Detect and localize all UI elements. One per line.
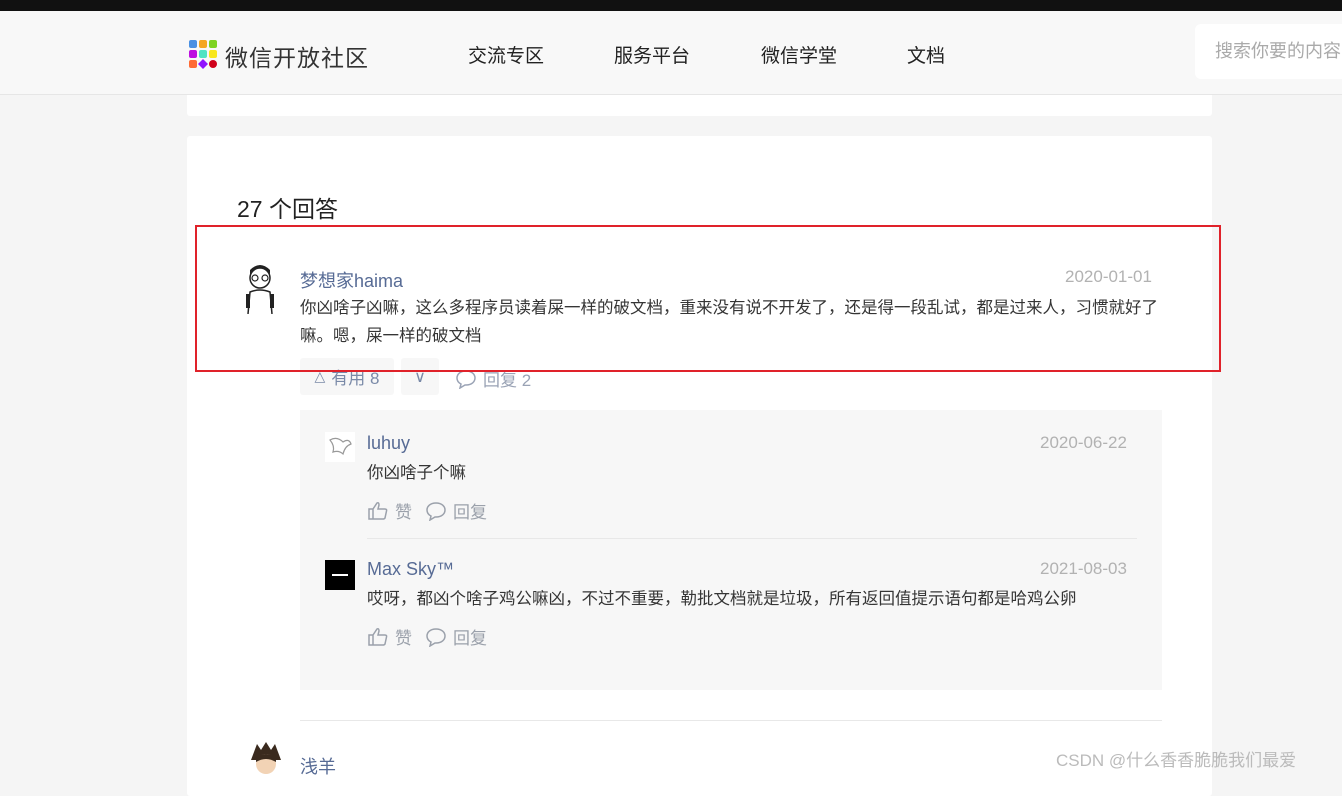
like-label: 赞 <box>395 503 412 522</box>
answer-date: 2020-01-01 <box>1065 267 1152 286</box>
community-logo-icon[interactable] <box>188 39 218 69</box>
reply-username[interactable]: Max Sky™ <box>367 559 454 580</box>
reply-username[interactable]: luhuy <box>367 433 410 454</box>
useful-button[interactable]: △ 有用 8 <box>300 358 394 395</box>
avatar[interactable] <box>325 560 355 590</box>
top-dark-strip <box>0 0 1342 11</box>
not-useful-button[interactable]: ∨ <box>401 358 439 395</box>
nav-item-exchange[interactable]: 交流专区 <box>468 41 544 68</box>
brand-name[interactable]: 微信开放社区 <box>225 39 369 73</box>
nav-item-docs[interactable]: 文档 <box>907 41 945 68</box>
answers-count-title: 27 个回答 <box>237 196 338 222</box>
reply-date: 2020-06-22 <box>1040 433 1127 452</box>
reply-divider <box>367 538 1137 539</box>
answer-divider <box>300 720 1162 721</box>
avatar[interactable] <box>325 432 355 462</box>
avatar[interactable] <box>247 740 285 780</box>
chevron-down-icon: ∨ <box>414 368 426 386</box>
answer-username[interactable]: 梦想家haima <box>300 267 403 293</box>
search-input[interactable] <box>1195 24 1342 79</box>
reply-label: 回复 <box>453 629 487 648</box>
reply-content: 你凶啥子个嘛 <box>367 464 466 482</box>
like-button[interactable]: 赞 <box>367 624 412 649</box>
answer-content: 你凶啥子凶嘛，这么多程序员读着屎一样的破文档，重来没有说不开发了，还是得一段乱试… <box>300 299 1158 345</box>
reply-count-label: 回复 2 <box>483 371 532 390</box>
triangle-up-icon: △ <box>314 368 326 384</box>
avatar[interactable] <box>240 260 280 314</box>
watermark: CSDN @什么香香脆脆我们最爱 <box>1056 751 1297 770</box>
like-button[interactable]: 赞 <box>367 498 412 523</box>
comment-icon <box>456 369 476 389</box>
reply-count-link[interactable]: 回复 2 <box>455 366 531 391</box>
thumbs-up-icon <box>368 627 388 646</box>
reply-button[interactable]: 回复 <box>425 624 487 649</box>
answer-username[interactable]: 浅羊 <box>300 753 336 779</box>
reply-content: 哎呀，都凶个啥子鸡公嘛凶，不过不重要，勒批文档就是垃圾，所有返回值提示语句都是哈… <box>367 590 1077 608</box>
useful-label: 有用 8 <box>331 369 380 388</box>
reply-button[interactable]: 回复 <box>425 498 487 523</box>
navbar: 微信开放社区 交流专区 服务平台 微信学堂 文档 <box>0 11 1342 95</box>
like-label: 赞 <box>395 629 412 648</box>
comment-icon <box>426 627 446 647</box>
nav-item-service-platform[interactable]: 服务平台 <box>614 41 690 68</box>
reply-label: 回复 <box>453 503 487 522</box>
thumbs-up-icon <box>368 501 388 520</box>
nav-item-wechat-academy[interactable]: 微信学堂 <box>761 41 837 68</box>
replies-panel: luhuy 2020-06-22 你凶啥子个嘛 赞 回复 Max Sky™ 20… <box>300 410 1162 690</box>
reply-date: 2021-08-03 <box>1040 559 1127 578</box>
comment-icon <box>426 501 446 521</box>
question-card-bottom <box>187 95 1212 116</box>
answers-card: 27 个回答 梦想家haima 2020-01-01 你凶啥子凶嘛，这么多程序员… <box>187 136 1212 796</box>
